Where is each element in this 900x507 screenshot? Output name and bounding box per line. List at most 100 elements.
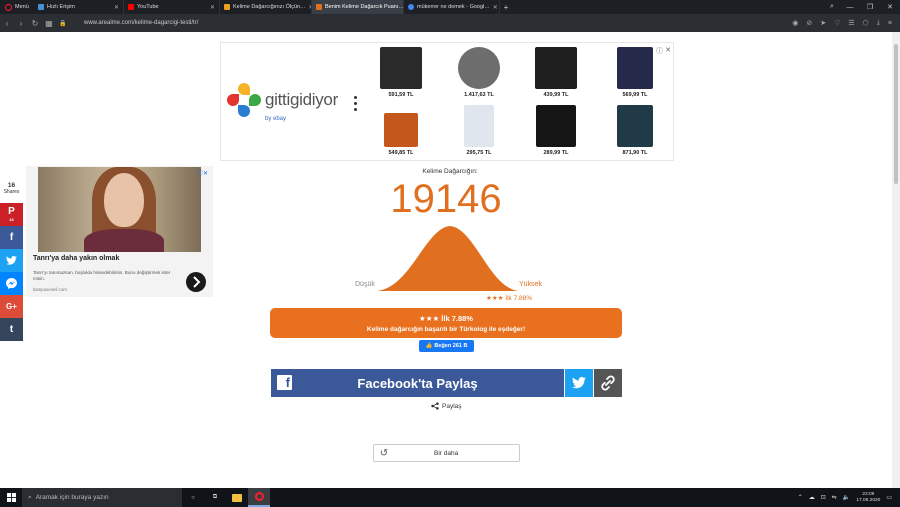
twitter-share-button[interactable] — [0, 249, 23, 272]
twitter-icon — [6, 256, 17, 265]
menu-label: Menü — [15, 4, 29, 10]
ad-title: Tanrı'ya daha yakın olmak — [33, 255, 120, 262]
url-field[interactable]: www.arealme.com/kelime-dagarcigi-testi/t… — [84, 20, 198, 26]
tumblr-share-button[interactable]: t — [0, 318, 23, 341]
close-tab-icon[interactable]: ✕ — [114, 4, 119, 11]
file-explorer-icon[interactable] — [226, 488, 248, 507]
page-scrollbar[interactable] — [892, 32, 900, 488]
messenger-icon — [6, 278, 17, 289]
new-tab-icon[interactable]: + — [500, 3, 512, 12]
reload-icon[interactable]: ↻ — [28, 19, 42, 28]
back-icon[interactable]: ‹ — [0, 19, 14, 28]
tab-google-search[interactable]: mükerrer ne demek - Googl… ✕ — [404, 0, 500, 14]
bell-curve — [375, 226, 520, 291]
easy-setup-icon[interactable]: ≡ — [888, 20, 892, 27]
scrollbar-thumb[interactable] — [894, 44, 898, 184]
tab-youtube[interactable]: YouTube ✕ — [124, 0, 220, 14]
clock-date: 17.08.2020 — [856, 497, 881, 503]
minimize-icon[interactable]: — — [840, 0, 860, 14]
clock[interactable]: 23:09 17.08.2020 — [856, 492, 880, 504]
ad-info-icon[interactable]: ⓘ — [656, 46, 663, 56]
product-price: 549,85 TL — [388, 150, 414, 156]
gittigidiyor-logo: gittigidiyor — [227, 83, 338, 117]
taskbar-search-field[interactable]: ⌕ Aramak için buraya yazın — [22, 488, 182, 507]
volume-icon[interactable]: 🔈 — [843, 494, 850, 501]
retry-label: Bir daha — [434, 449, 459, 457]
product-price: 1.417,63 TL — [464, 92, 494, 98]
like-label: Beğen 261 B — [434, 343, 468, 349]
facebook-share-button[interactable]: f — [0, 226, 23, 249]
gittigidiyor-ad-banner[interactable]: gittigidiyor by ebay 591,59 TL 1.417,63 … — [220, 42, 674, 161]
forward-icon[interactable]: › — [14, 19, 28, 28]
site-favicon-icon — [224, 4, 230, 10]
heart-icon[interactable]: ♡ — [834, 19, 840, 27]
extension-icon[interactable]: ⬡ — [863, 19, 869, 27]
start-button[interactable] — [0, 488, 22, 507]
network-icon[interactable]: ⊡ — [821, 494, 826, 501]
windows-taskbar: ⌕ Aramak için buraya yazın ○ ⧉ ⌃ ☁ ⊡ ⇋ 🔈… — [0, 488, 900, 507]
speed-dial-icon[interactable]: ▦ — [42, 19, 56, 28]
copy-link-button[interactable] — [594, 369, 622, 397]
share-link[interactable]: Paylaş — [431, 402, 462, 410]
address-bar: ‹ › ↻ ▦ 🔒 www.arealme.com/kelime-dagarci… — [0, 14, 900, 32]
ad-product[interactable]: 439,99 TL — [526, 47, 586, 98]
ad-product[interactable]: 295,75 TL — [449, 105, 509, 156]
notifications-icon[interactable]: ▭ — [886, 494, 892, 501]
product-price: 569,99 TL — [622, 92, 648, 98]
opera-taskbar-icon[interactable] — [248, 488, 270, 507]
facebook-icon: f — [9, 231, 14, 243]
bell-curve-chart: Düşük Yüksek ★★★ İlk 7.88% — [355, 226, 542, 302]
high-label: Yüksek — [519, 281, 542, 288]
ad-arrow-button[interactable] — [186, 272, 206, 292]
facebook-like-button[interactable]: 👍 Beğen 261 B — [419, 340, 474, 352]
ad-product[interactable]: 289,99 TL — [526, 105, 586, 156]
close-tab-icon[interactable]: ✕ — [210, 4, 215, 11]
sub-brand: by ebay — [265, 116, 287, 122]
close-window-icon[interactable]: ✕ — [880, 0, 900, 14]
browser-tab-bar: Menü Hızlı Erişim ✕ YouTube ✕ Kelime Dağ… — [0, 0, 900, 14]
send-icon[interactable]: ➤ — [820, 19, 826, 27]
google-plus-share-button[interactable]: G+ — [0, 295, 23, 318]
ad-product[interactable]: 549,85 TL — [371, 105, 431, 156]
ad-product[interactable]: 591,59 TL — [371, 47, 431, 98]
ad-product[interactable]: 871,90 TL — [605, 105, 665, 156]
adblock-icon[interactable]: ⊘ — [806, 19, 812, 27]
thermometer-image — [464, 105, 494, 147]
try-again-button[interactable]: ↺ Bir daha — [373, 444, 520, 462]
browser-menu-button[interactable]: Menü — [0, 3, 34, 11]
camera-icon[interactable]: ◉ — [792, 19, 798, 27]
restore-icon[interactable]: ❐ — [860, 0, 880, 14]
bookmark-icon[interactable]: ☰ — [848, 19, 854, 27]
low-label: Düşük — [355, 281, 375, 288]
search-tabs-icon[interactable]: ⌕ — [822, 0, 842, 14]
facebook-share-button[interactable]: f Facebook'ta Paylaş — [271, 369, 564, 397]
more-options-icon[interactable] — [354, 96, 357, 114]
tab-title: Kelime Dağarcığınızı Ölçün… — [233, 4, 306, 10]
ad-close-icon[interactable]: ✕ — [665, 46, 671, 54]
close-tab-icon[interactable]: ✕ — [493, 4, 498, 11]
messenger-share-button[interactable] — [0, 272, 23, 295]
search-placeholder: Aramak için buraya yazın — [35, 494, 109, 501]
ad-product[interactable]: 1.417,63 TL — [449, 47, 509, 98]
result-banner: ★★★ İlk 7.88% Kelime dağarcığın başarılı… — [270, 308, 622, 338]
tab-title: YouTube — [137, 4, 159, 10]
cortana-icon[interactable]: ○ — [182, 488, 204, 507]
tab-quick-access[interactable]: Hızlı Erişim ✕ — [34, 0, 124, 14]
opera-logo-icon — [5, 3, 12, 11]
tab-vocab-score[interactable]: Benim Kelime Dağarcık Puanı… ✕ — [312, 0, 404, 14]
tab-title: Benim Kelime Dağarcık Puanı… — [325, 4, 404, 10]
retry-icon: ↺ — [379, 447, 389, 459]
connection-icon[interactable]: ⇋ — [832, 494, 837, 501]
twitter-icon — [572, 376, 586, 389]
psu-image — [535, 47, 577, 89]
twitter-share-button[interactable] — [565, 369, 593, 397]
show-hidden-icons-icon[interactable]: ⌃ — [798, 494, 803, 501]
brand-name: gittigidiyor — [265, 90, 338, 109]
download-icon[interactable]: ⤓ — [877, 19, 880, 27]
share-label: Paylaş — [442, 402, 462, 410]
tab-title: Hızlı Erişim — [47, 4, 75, 10]
onedrive-icon[interactable]: ☁ — [809, 494, 815, 501]
task-view-icon[interactable]: ⧉ — [204, 488, 226, 507]
tab-vocab-test[interactable]: Kelime Dağarcığınızı Ölçün… ✕ — [220, 0, 312, 14]
product-price: 871,90 TL — [622, 150, 648, 156]
